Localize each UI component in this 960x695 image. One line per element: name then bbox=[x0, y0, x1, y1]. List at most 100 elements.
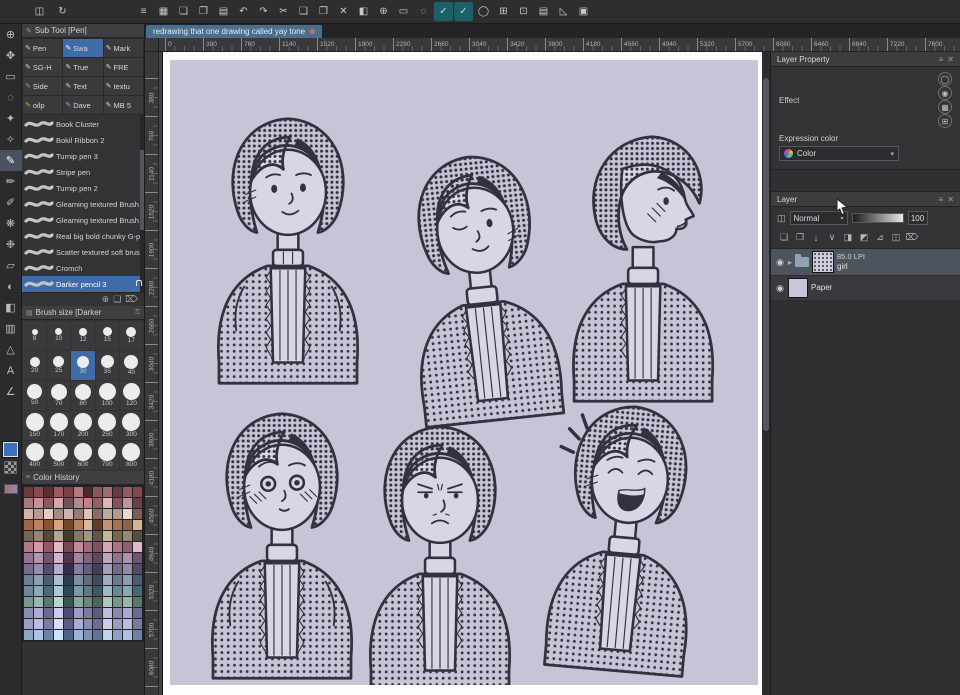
color-swatch[interactable] bbox=[73, 597, 83, 607]
color-swatch[interactable] bbox=[113, 608, 123, 618]
color-swatch[interactable] bbox=[33, 487, 43, 497]
wand-tool[interactable]: ✦ bbox=[0, 108, 22, 129]
color-swatch[interactable] bbox=[103, 597, 113, 607]
color-swatch[interactable] bbox=[123, 509, 133, 519]
color-swatch[interactable] bbox=[103, 630, 113, 640]
brush-size-option[interactable]: 170 bbox=[47, 411, 71, 440]
color-swatch[interactable] bbox=[133, 531, 142, 541]
color-swatch[interactable] bbox=[113, 531, 123, 541]
eraser-tool[interactable]: ▱ bbox=[0, 255, 22, 276]
color-swatch[interactable] bbox=[73, 509, 83, 519]
color-swatch[interactable] bbox=[73, 487, 83, 497]
color-swatch[interactable] bbox=[43, 509, 53, 519]
color-swatch[interactable] bbox=[33, 630, 43, 640]
expand-arrow-icon[interactable]: ▸ bbox=[788, 258, 792, 267]
color-swatch[interactable] bbox=[53, 531, 63, 541]
color-swatch[interactable] bbox=[123, 619, 133, 629]
color-swatch[interactable] bbox=[24, 509, 33, 519]
collapse-panels-icon[interactable]: ◫ bbox=[30, 2, 49, 21]
subtool-group-button[interactable]: ✎ Mark bbox=[103, 39, 143, 57]
transparent-color-chip[interactable] bbox=[4, 461, 17, 474]
select-tool[interactable]: ▭ bbox=[0, 66, 22, 87]
color-swatch[interactable] bbox=[43, 564, 53, 574]
color-history-header[interactable]: ≡ Color History bbox=[22, 471, 144, 485]
color-swatch[interactable] bbox=[123, 553, 133, 563]
color-swatch[interactable] bbox=[33, 531, 43, 541]
layer-ruler-icon[interactable]: ⊿ bbox=[873, 231, 887, 244]
color-swatch[interactable] bbox=[73, 531, 83, 541]
color-swatch[interactable] bbox=[103, 487, 113, 497]
open-file-icon[interactable]: ❐ bbox=[194, 2, 213, 21]
color-swatch[interactable] bbox=[33, 608, 43, 618]
gradient-tool[interactable]: ▥ bbox=[0, 318, 22, 339]
brush-size-option[interactable]: 150 bbox=[23, 411, 47, 440]
color-swatch[interactable] bbox=[43, 586, 53, 596]
subtool-group-button[interactable]: ✎ textu bbox=[103, 77, 143, 95]
subtool-group-button[interactable]: ✎ True bbox=[63, 58, 103, 76]
color-swatch[interactable] bbox=[133, 498, 142, 508]
brush-list-item[interactable]: Bokil Ribbon 2 bbox=[22, 132, 144, 148]
color-swatch[interactable] bbox=[33, 509, 43, 519]
color-swatch[interactable] bbox=[33, 553, 43, 563]
subtool-group-button[interactable]: ✎ Pen bbox=[23, 39, 63, 57]
delete-layer-icon[interactable]: ⌦ bbox=[905, 231, 919, 244]
color-swatch[interactable] bbox=[103, 575, 113, 585]
color-swatch[interactable] bbox=[83, 487, 93, 497]
brush-size-option[interactable]: 100 bbox=[95, 381, 119, 410]
color-swatch[interactable] bbox=[24, 531, 33, 541]
ruler-tool[interactable]: ∠ bbox=[0, 381, 22, 402]
visibility-eye-icon[interactable]: ◉ bbox=[775, 257, 785, 268]
color-swatch[interactable] bbox=[43, 597, 53, 607]
color-swatch[interactable] bbox=[43, 498, 53, 508]
color-swatch[interactable] bbox=[73, 498, 83, 508]
canvas-artboard[interactable]: .o{stroke:#35303f;stroke-width:2.2;fill:… bbox=[170, 60, 758, 693]
color-swatch[interactable] bbox=[24, 564, 33, 574]
color-swatch[interactable] bbox=[53, 542, 63, 552]
brush-size-option[interactable]: 10 bbox=[47, 321, 71, 350]
figure-tool[interactable]: △ bbox=[0, 339, 22, 360]
color-swatch[interactable] bbox=[133, 608, 142, 618]
brush-size-option[interactable]: 17 bbox=[119, 321, 143, 350]
brush-size-option[interactable]: 30 bbox=[71, 351, 95, 380]
color-swatch[interactable] bbox=[73, 630, 83, 640]
perspective-icon[interactable]: ◺ bbox=[554, 2, 573, 21]
close-panel-icon[interactable]: ✕ bbox=[947, 55, 954, 64]
color-swatch[interactable] bbox=[103, 564, 113, 574]
color-swatch[interactable] bbox=[103, 608, 113, 618]
color-swatch[interactable] bbox=[24, 575, 33, 585]
material-icon[interactable]: ⊡ bbox=[514, 2, 533, 21]
brush-size-option[interactable]: 35 bbox=[95, 351, 119, 380]
color-swatch[interactable] bbox=[93, 553, 103, 563]
snap-to-ruler-icon[interactable]: ✓ bbox=[434, 2, 453, 21]
brush-list-scrollbar[interactable] bbox=[140, 115, 144, 292]
color-swatch[interactable] bbox=[113, 498, 123, 508]
color-swatch[interactable] bbox=[83, 531, 93, 541]
color-swatch[interactable] bbox=[43, 487, 53, 497]
color-swatch[interactable] bbox=[83, 597, 93, 607]
subtool-group-button[interactable]: ✎ Dave bbox=[63, 96, 103, 114]
color-swatch[interactable] bbox=[93, 608, 103, 618]
color-swatch[interactable] bbox=[53, 564, 63, 574]
color-swatch[interactable] bbox=[33, 597, 43, 607]
brush-size-option[interactable]: 70 bbox=[47, 381, 71, 410]
color-swatch[interactable] bbox=[33, 575, 43, 585]
color-swatch[interactable] bbox=[53, 630, 63, 640]
color-swatch[interactable] bbox=[53, 575, 63, 585]
color-swatch[interactable] bbox=[33, 520, 43, 530]
color-swatch[interactable] bbox=[103, 542, 113, 552]
color-swatch[interactable] bbox=[24, 597, 33, 607]
subtool-group-button[interactable]: ✎ oilp bbox=[23, 96, 63, 114]
color-swatch[interactable] bbox=[93, 619, 103, 629]
grid-icon[interactable]: ⊞ bbox=[494, 2, 513, 21]
subtool-group-button[interactable]: ✎ MB 5 bbox=[103, 96, 143, 114]
brush-size-option[interactable]: 25 bbox=[47, 351, 71, 380]
save-icon[interactable]: ▤ bbox=[214, 2, 233, 21]
color-swatch[interactable] bbox=[83, 586, 93, 596]
color-swatch[interactable] bbox=[133, 553, 142, 563]
blend-tool[interactable]: ◐ bbox=[0, 276, 22, 297]
color-swatch[interactable] bbox=[53, 553, 63, 563]
color-swatch[interactable] bbox=[123, 487, 133, 497]
color-swatch[interactable] bbox=[113, 553, 123, 563]
brush-size-option[interactable]: 20 bbox=[23, 351, 47, 380]
subtool-group-button[interactable]: ✎ SG-H bbox=[23, 58, 63, 76]
